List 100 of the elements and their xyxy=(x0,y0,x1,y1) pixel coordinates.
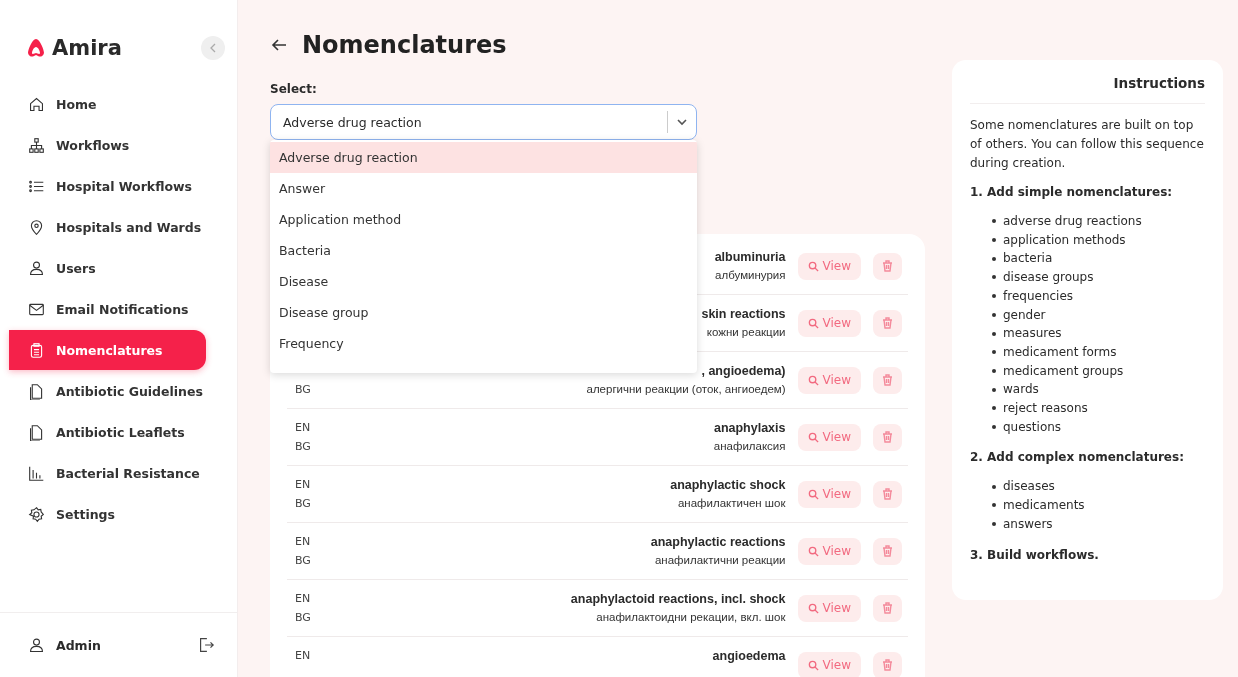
trash-icon xyxy=(882,545,893,557)
hierarchy-icon xyxy=(28,136,45,154)
language-code: BG xyxy=(295,611,311,624)
sidebar-item[interactable]: Bacterial Resistance xyxy=(9,453,206,493)
language-code: EN xyxy=(295,535,311,548)
delete-button[interactable] xyxy=(873,423,902,451)
sidebar-item[interactable]: Settings xyxy=(9,494,206,534)
language-code: EN xyxy=(295,649,311,662)
trash-icon xyxy=(882,374,893,386)
bullet-icon xyxy=(992,331,996,336)
dropdown-option[interactable]: Application method xyxy=(270,204,697,235)
bulgarian-name: анафилаксия xyxy=(713,439,786,453)
delete-button[interactable] xyxy=(873,537,902,565)
bullet-icon xyxy=(992,219,996,224)
dropdown-option[interactable]: Frequency xyxy=(270,328,697,359)
delete-button[interactable] xyxy=(873,651,902,677)
delete-button[interactable] xyxy=(873,252,902,280)
collapse-button[interactable] xyxy=(201,36,225,60)
dropdown-option[interactable]: Bacteria xyxy=(270,235,697,266)
bullet-icon xyxy=(992,294,996,299)
bullet-icon xyxy=(992,484,996,489)
bullet-icon xyxy=(992,275,996,280)
dropdown-option[interactable]: Disease xyxy=(270,266,697,297)
house-icon xyxy=(28,95,45,113)
language-code: EN xyxy=(295,592,311,605)
search-icon xyxy=(807,374,819,386)
list-item: wards xyxy=(1003,381,1039,399)
sidebar-item[interactable]: Antibiotic Leaflets xyxy=(9,412,206,452)
bulgarian-name: кожни реакции xyxy=(706,325,786,339)
step-heading: 1. Add simple nomenclatures: xyxy=(970,184,1174,201)
list-item: answers xyxy=(1003,515,1053,533)
search-icon xyxy=(807,488,819,500)
sidebar-item[interactable]: Workflows xyxy=(9,125,206,165)
trash-icon xyxy=(882,659,893,671)
sidebar-item[interactable]: Nomenclatures xyxy=(9,330,206,370)
user-name[interactable]: Admin xyxy=(56,637,101,653)
bullet-icon xyxy=(992,256,996,261)
list-item: medicament forms xyxy=(1003,343,1117,361)
nomenclature-select[interactable]: Adverse drug reaction xyxy=(270,104,697,140)
list-item: diseases xyxy=(1003,478,1055,496)
sidebar-item[interactable]: Hospitals and Wards xyxy=(9,207,206,247)
logout-icon[interactable] xyxy=(197,636,215,654)
sidebar-item[interactable]: Email Notifications xyxy=(9,289,206,329)
dropdown-option[interactable]: Disease group xyxy=(270,297,697,328)
page-title: Nomenclatures xyxy=(302,31,507,59)
language-code: BG xyxy=(295,440,311,453)
list-item: bacteria xyxy=(1003,250,1053,268)
list-item: reject reasons xyxy=(1003,400,1088,418)
bullet-icon xyxy=(992,522,996,527)
list-item: adverse drug reactions xyxy=(1003,213,1142,230)
bullet-icon xyxy=(992,238,996,243)
sidebar-item[interactable]: Hospital Workflows xyxy=(9,166,206,206)
location-pin-icon xyxy=(28,218,45,236)
language-code: EN xyxy=(295,421,311,434)
logo-icon xyxy=(26,38,46,58)
list-item: questions xyxy=(1003,418,1062,436)
language-code: EN xyxy=(295,478,311,491)
english-name: anaphylactoid reactions, incl. shock xyxy=(570,592,786,607)
clipboard-icon xyxy=(28,341,45,359)
step-heading: 2. Add complex nomenclatures: xyxy=(970,449,1185,467)
list-item: frequencies xyxy=(1003,287,1074,305)
bullet-icon xyxy=(992,425,996,430)
language-code: BG xyxy=(295,497,311,510)
dropdown-option[interactable]: Answer xyxy=(270,173,697,204)
delete-button[interactable] xyxy=(873,480,902,508)
trash-icon xyxy=(882,488,893,500)
delete-button[interactable] xyxy=(873,594,902,622)
list-item: medicaments xyxy=(1003,497,1085,515)
trash-icon xyxy=(882,317,893,329)
sidebar-item[interactable]: Antibiotic Guidelines xyxy=(9,371,206,411)
search-icon xyxy=(807,317,819,329)
bullet-icon xyxy=(992,312,996,317)
document-icon xyxy=(28,423,45,441)
bulgarian-name: анафилактоидни рекации, вкл. шок xyxy=(596,610,786,624)
english-name: angioedema xyxy=(712,649,786,664)
document-icon xyxy=(28,382,45,400)
english-name: skin reactions xyxy=(701,307,786,322)
trash-icon xyxy=(882,431,893,443)
brand-name: Amira xyxy=(52,36,122,60)
settings-icon xyxy=(28,505,45,523)
user-icon xyxy=(28,259,45,277)
search-icon xyxy=(807,431,819,443)
bulgarian-name: алергични реакции (оток, ангиоедем) xyxy=(586,382,786,396)
english-name: anaphylactic shock xyxy=(670,478,786,493)
list-item: gender xyxy=(1003,306,1046,324)
bullet-icon xyxy=(992,350,996,355)
delete-button[interactable] xyxy=(873,309,902,337)
language-code: BG xyxy=(295,383,311,396)
sidebar-item[interactable]: Users xyxy=(9,248,206,288)
bulgarian-name: анафилактичен шок xyxy=(677,496,786,510)
list-item: application methods xyxy=(1003,231,1126,249)
delete-button[interactable] xyxy=(873,366,902,394)
step-heading: 3. Build workflows. xyxy=(970,546,1100,564)
bullet-icon xyxy=(992,406,996,411)
english-name: anaphylaxis xyxy=(713,421,786,436)
dropdown-option[interactable]: Adverse drug reaction xyxy=(270,142,697,173)
user-icon xyxy=(28,636,45,654)
bulgarian-name: албуминурия xyxy=(715,268,786,282)
list-item: medicament groups xyxy=(1003,362,1124,380)
sidebar-item[interactable]: Home xyxy=(9,84,206,124)
